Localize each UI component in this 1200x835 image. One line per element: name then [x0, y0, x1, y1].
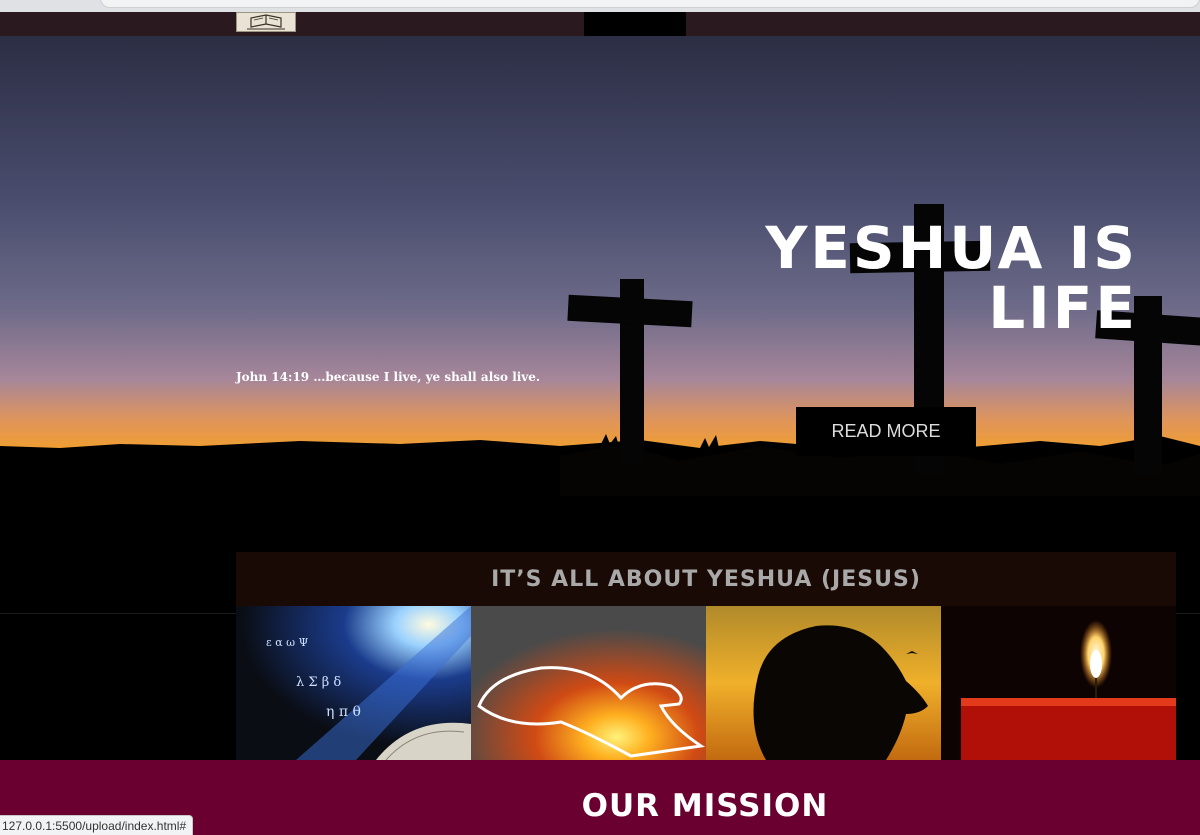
gallery-tile[interactable]: ε α ω Ψ λ Σ β δ η π θ: [236, 606, 471, 760]
open-bible-light-image: ε α ω Ψ λ Σ β δ η π θ: [236, 606, 471, 760]
hero-title: YESHUA IS LIFE: [765, 214, 1138, 342]
about-title: IT’S ALL ABOUT YESHUA (JESUS): [491, 566, 921, 592]
top-navbar: [0, 12, 1200, 36]
svg-text:η π θ: η π θ: [326, 704, 361, 720]
about-header: IT’S ALL ABOUT YESHUA (JESUS): [236, 552, 1176, 606]
browser-status-url: 127.0.0.1:5500/upload/index.html#: [0, 815, 194, 835]
bible-book-icon: [247, 14, 285, 30]
gallery-tile[interactable]: [706, 606, 941, 760]
nav-active-item[interactable]: [584, 12, 686, 36]
praying-silhouette-image: [706, 606, 941, 760]
fiery-dove-image: [471, 606, 706, 760]
candle-flame-image: [941, 606, 1176, 760]
gallery-tile[interactable]: [471, 606, 706, 760]
site-logo[interactable]: [236, 12, 296, 32]
gallery-tile[interactable]: [941, 606, 1176, 760]
hero-verse: John 14:19 …because I live, ye shall als…: [236, 370, 541, 384]
image-gallery: ε α ω Ψ λ Σ β δ η π θ: [236, 606, 1176, 760]
read-more-button[interactable]: READ MORE: [796, 407, 976, 456]
hero-section: YESHUA IS LIFE John 14:19 …because I liv…: [0, 36, 1200, 556]
address-bar[interactable]: [100, 0, 1200, 8]
browser-chrome: [0, 0, 1200, 12]
svg-text:ε α ω Ψ: ε α ω Ψ: [266, 636, 309, 649]
svg-text:λ Σ β δ: λ Σ β δ: [296, 675, 341, 690]
